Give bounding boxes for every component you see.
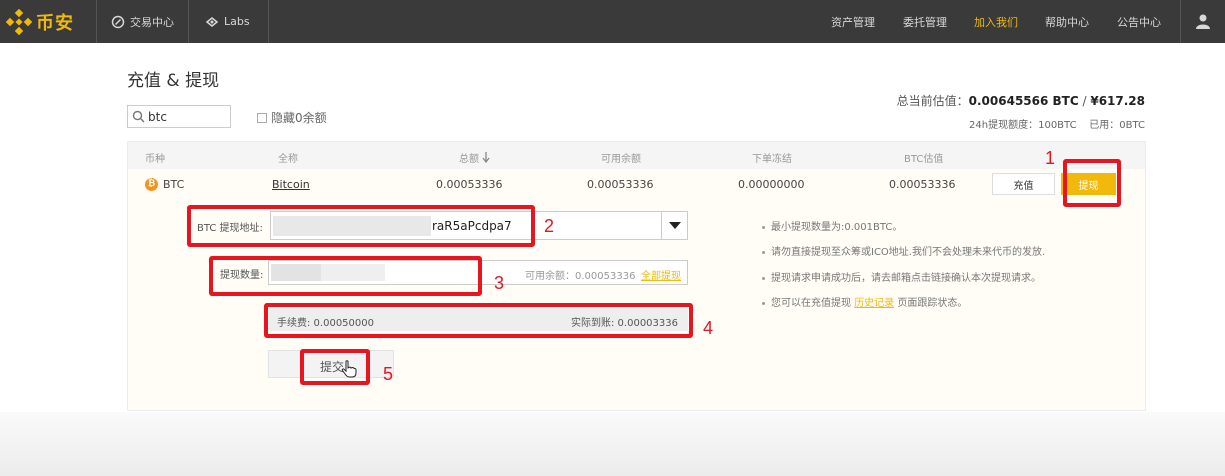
tip-text: 最小提现数量为:0.001BTC。	[771, 222, 903, 233]
tip-item: 提现请求申请成功后，请去邮箱点击链接确认本次提现请求。	[762, 269, 1041, 284]
annotation-box-2	[187, 205, 535, 247]
nav-assets[interactable]: 资产管理	[831, 0, 875, 43]
withdraw-all-link[interactable]: 全部提现	[641, 267, 681, 282]
row-frozen: 0.00000000	[738, 178, 805, 191]
search-input[interactable]	[148, 109, 228, 124]
hide-zero-label: 隐藏0余额	[271, 111, 327, 125]
quota-label: 24h提现额度：100BTC	[969, 120, 1077, 131]
triangle-down-icon	[668, 222, 681, 229]
annotation-number-1: 1	[1045, 148, 1056, 168]
header-btc-value: BTC估值	[904, 154, 944, 165]
estimate-cny: ¥617.28	[1090, 94, 1145, 108]
tip-item: 您可以在充值提现 历史记录 页面跟踪状态。	[762, 294, 967, 309]
nav-item-exchange[interactable]: 交易中心	[111, 0, 174, 43]
arrow-down-icon	[482, 152, 490, 164]
deposit-button[interactable]: 充值	[992, 173, 1055, 195]
table-header: 币种 全称 总额 可用余额 下单冻结 BTC估值	[128, 142, 1145, 169]
top-nav: 币安 交易中心 Labs 资产管理 委托管理 加入我们 帮助中心 公告中心	[0, 0, 1225, 43]
annotation-box-1	[1063, 159, 1121, 207]
nav-item-label: 交易中心	[130, 15, 174, 29]
nav-divider	[96, 0, 97, 43]
available-balance: 可用余额：0.00053336	[525, 271, 636, 282]
nav-divider	[268, 0, 269, 43]
nav-help[interactable]: 帮助中心	[1045, 0, 1089, 43]
bitcoin-icon: ₿	[145, 178, 158, 191]
annotation-number-3: 3	[494, 273, 505, 293]
hide-zero-checkbox[interactable]	[257, 112, 267, 123]
hide-zero-toggle[interactable]: 隐藏0余额	[257, 109, 327, 126]
annotation-number-4: 4	[703, 318, 714, 338]
nav-divider	[188, 0, 189, 43]
nav-orders[interactable]: 委托管理	[903, 0, 947, 43]
search-icon	[132, 110, 145, 123]
bullet-icon	[762, 225, 765, 229]
row-name-link[interactable]: Bitcoin	[272, 178, 310, 191]
tip-text-post: 页面跟踪状态。	[894, 298, 968, 309]
header-total[interactable]: 总额	[459, 150, 490, 165]
estimate-separator: /	[1078, 94, 1091, 108]
header-coin: 币种	[145, 154, 165, 165]
nav-join-us[interactable]: 加入我们	[974, 0, 1018, 43]
bullet-icon	[762, 301, 765, 305]
bullet-icon	[762, 276, 765, 280]
annotation-number-5: 5	[383, 364, 394, 384]
tip-text: 请勿直接提现至众筹或ICO地址.我们不会处理未来代币的发放.	[771, 247, 1046, 258]
estimate-btc: 0.00645566 BTC	[968, 94, 1079, 108]
nav-item-label: Labs	[224, 15, 250, 28]
coin-search[interactable]	[127, 105, 231, 128]
page-footer-band	[0, 412, 1225, 476]
user-icon[interactable]	[1195, 13, 1211, 29]
row-btc-value: 0.00053336	[889, 178, 956, 191]
tip-text-pre: 您可以在充值提现	[771, 298, 855, 309]
tip-item: 最小提现数量为:0.001BTC。	[762, 218, 902, 233]
tip-item: 请勿直接提现至众筹或ICO地址.我们不会处理未来代币的发放.	[762, 243, 1045, 258]
row-total: 0.00053336	[436, 178, 503, 191]
header-total-label: 总额	[459, 154, 479, 165]
exchange-icon	[111, 15, 125, 28]
total-estimate: 总当前估值：0.00645566 BTC / ¥617.28	[897, 92, 1145, 109]
history-link[interactable]: 历史记录	[854, 298, 894, 309]
quota-used: 已用：0BTC	[1089, 120, 1145, 131]
header-available: 可用余额	[601, 154, 641, 165]
annotation-box-3	[209, 256, 482, 296]
binance-logo-icon	[6, 9, 32, 35]
withdraw-quota: 24h提现额度：100BTC 已用：0BTC	[969, 116, 1145, 131]
tip-text: 提现请求申请成功后，请去邮箱点击链接确认本次提现请求。	[771, 273, 1041, 284]
header-frozen: 下单冻结	[752, 154, 792, 165]
address-dropdown[interactable]	[661, 212, 687, 239]
estimate-label: 总当前估值：	[896, 94, 969, 108]
page-title: 充值 & 提现	[127, 71, 220, 91]
bullet-icon	[762, 250, 765, 254]
row-coin: BTC	[163, 178, 185, 191]
annotation-number-2: 2	[544, 216, 555, 236]
logo[interactable]: 币安	[6, 9, 74, 35]
logo-text: 币安	[36, 13, 74, 34]
nav-announcements[interactable]: 公告中心	[1117, 0, 1161, 43]
annotation-box-5	[300, 349, 370, 385]
row-available: 0.00053336	[587, 178, 654, 191]
nav-item-labs[interactable]: Labs	[205, 0, 250, 43]
annotation-box-4	[264, 303, 693, 338]
header-fullname: 全称	[278, 154, 298, 165]
labs-icon	[205, 16, 219, 27]
nav-divider	[1180, 0, 1181, 43]
